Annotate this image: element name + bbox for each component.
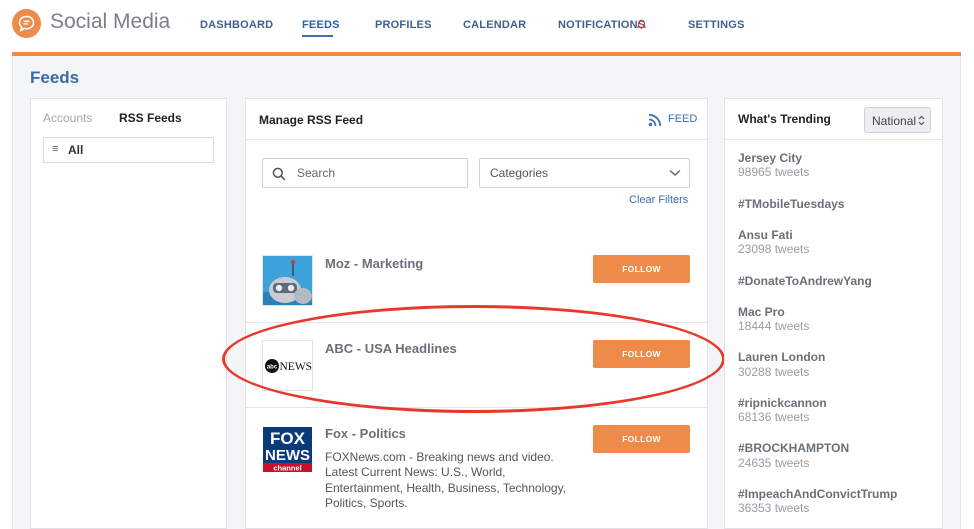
nav-active-indicator <box>302 35 333 37</box>
nav-profiles[interactable]: PROFILES <box>375 19 432 31</box>
search-icon <box>272 167 286 181</box>
moz-logo <box>262 255 313 306</box>
trending-title: What's Trending <box>738 112 831 126</box>
app-logo-icon[interactable] <box>12 9 41 38</box>
divider <box>246 322 707 323</box>
trend-count: 36353 tweets <box>738 501 810 515</box>
divider <box>246 407 707 408</box>
region-selected: National <box>872 114 917 128</box>
trend-item[interactable]: Ansu Fati <box>738 228 793 242</box>
app-title: Social Media <box>50 10 171 33</box>
trend-count: 24635 tweets <box>738 456 810 470</box>
list-item-label: All <box>68 143 84 157</box>
nav-notifications[interactable]: NOTIFICATIONS <box>558 19 645 31</box>
feed-name[interactable]: Moz - Marketing <box>325 256 423 271</box>
feed-name[interactable]: ABC - USA Headlines <box>325 341 457 356</box>
top-navigation-bar: Social Media DASHBOARD FEEDS PROFILES CA… <box>0 0 974 52</box>
feed-link-label: FEED <box>668 113 698 125</box>
trend-item[interactable]: Jersey City <box>738 151 802 165</box>
trend-item[interactable]: #ImpeachAndConvictTrump <box>738 487 897 501</box>
fox-logo-line2: NEWS <box>265 447 310 464</box>
svg-text:abc: abc <box>267 365 278 371</box>
abc-news-logo-text: NEWS <box>280 361 313 373</box>
search-input[interactable] <box>297 165 457 181</box>
trend-count: 98965 tweets <box>738 165 810 179</box>
follow-button[interactable]: FOLLOW <box>593 425 690 453</box>
trend-item[interactable]: #DonateToAndrewYang <box>738 274 872 288</box>
trend-item[interactable]: #BROCKHAMPTON <box>738 441 849 455</box>
categories-dropdown[interactable]: Categories <box>479 158 690 188</box>
trend-count: 23098 tweets <box>738 242 810 256</box>
feed-name[interactable]: Fox - Politics <box>325 426 406 441</box>
divider <box>246 139 707 140</box>
trend-count: 18444 tweets <box>738 319 810 333</box>
fox-news-logo: FOX NEWS channel <box>262 425 313 476</box>
nav-dashboard[interactable]: DASHBOARD <box>200 19 273 31</box>
sort-arrows-icon <box>918 115 925 126</box>
categories-selected: Categories <box>490 166 549 180</box>
region-dropdown[interactable]: National <box>864 107 931 133</box>
feed-description: FOXNews.com - Breaking news and video. L… <box>325 450 567 510</box>
clear-filters-link[interactable]: Clear Filters <box>629 194 688 206</box>
fox-logo-line1: FOX <box>270 429 306 448</box>
trend-item[interactable]: Mac Pro <box>738 305 785 319</box>
follow-button[interactable]: FOLLOW <box>593 255 690 283</box>
trend-item[interactable]: Lauren London <box>738 350 825 364</box>
bell-icon[interactable] <box>636 16 647 34</box>
nav-settings[interactable]: SETTINGS <box>688 19 745 31</box>
abc-news-logo: abc NEWS <box>262 340 313 391</box>
nav-calendar[interactable]: CALENDAR <box>463 19 526 31</box>
trend-count: 68136 tweets <box>738 410 810 424</box>
panel-title: Manage RSS Feed <box>259 113 364 127</box>
page-title: Feeds <box>30 68 80 87</box>
chevron-down-icon <box>669 169 681 176</box>
trend-item[interactable]: #TMobileTuesdays <box>738 197 844 211</box>
divider <box>725 139 942 140</box>
list-item-all[interactable]: ≡ All <box>43 137 214 163</box>
trend-count: 30288 tweets <box>738 365 810 379</box>
list-icon: ≡ <box>52 143 59 155</box>
fox-logo-line3: channel <box>273 464 301 473</box>
tab-accounts[interactable]: Accounts <box>43 111 92 125</box>
tab-rss-feeds[interactable]: RSS Feeds <box>119 111 182 125</box>
trend-item[interactable]: #ripnickcannon <box>738 396 827 410</box>
nav-feeds[interactable]: FEEDS <box>302 19 340 31</box>
search-field[interactable] <box>262 158 468 188</box>
follow-button[interactable]: FOLLOW <box>593 340 690 368</box>
